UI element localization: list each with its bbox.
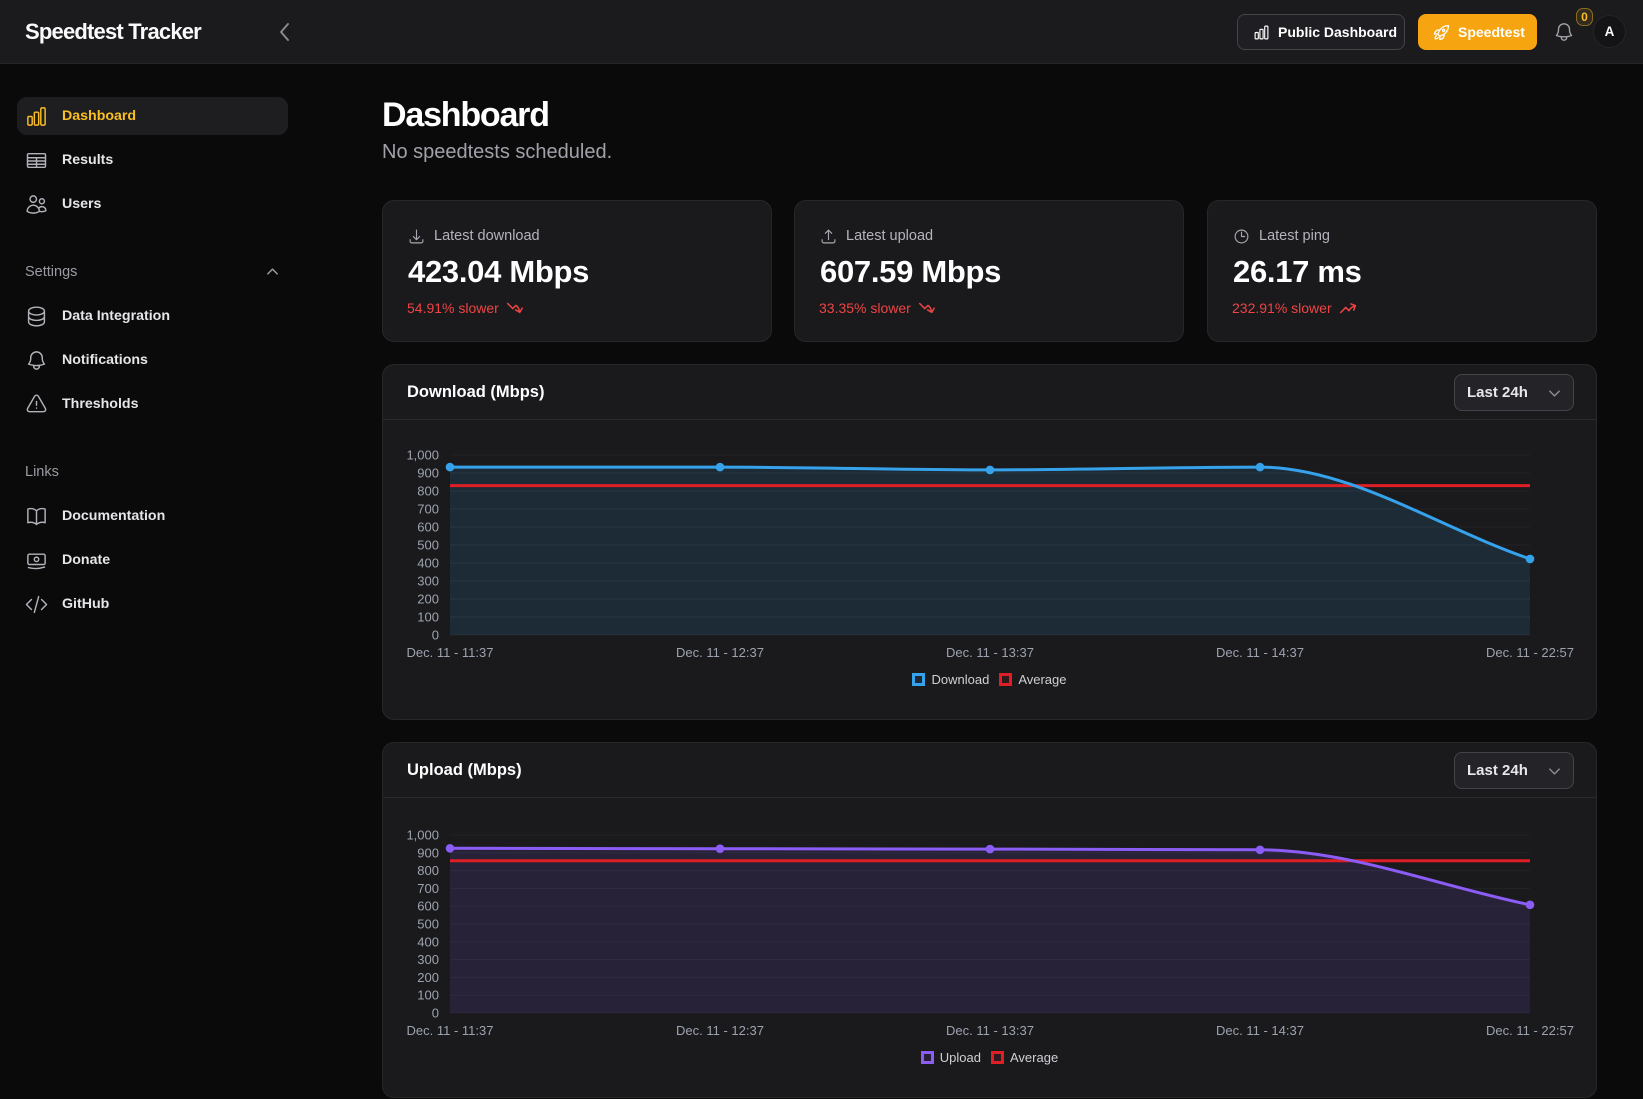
svg-text:300: 300 [417,952,439,967]
svg-text:Dec. 11 - 12:37: Dec. 11 - 12:37 [676,1023,764,1038]
svg-text:Dec. 11 - 12:37: Dec. 11 - 12:37 [676,645,764,660]
svg-text:Dec. 11 - 11:37: Dec. 11 - 11:37 [407,645,494,660]
svg-text:Dec. 11 - 14:37: Dec. 11 - 14:37 [1216,645,1304,660]
svg-text:400: 400 [417,556,439,571]
svg-text:800: 800 [417,484,439,499]
svg-text:900: 900 [417,845,439,860]
svg-text:Dec. 11 - 22:57: Dec. 11 - 22:57 [1486,1023,1574,1038]
svg-text:400: 400 [417,934,439,949]
svg-text:100: 100 [417,988,439,1003]
svg-text:Dec. 11 - 13:37: Dec. 11 - 13:37 [946,1023,1034,1038]
svg-text:Dec. 11 - 14:37: Dec. 11 - 14:37 [1216,1023,1304,1038]
svg-text:Dec. 11 - 13:37: Dec. 11 - 13:37 [946,645,1034,660]
svg-text:200: 200 [417,592,439,607]
svg-text:700: 700 [417,881,439,896]
svg-text:900: 900 [417,466,439,481]
svg-text:1,000: 1,000 [406,828,439,843]
svg-text:700: 700 [417,502,439,517]
svg-text:600: 600 [417,520,439,535]
svg-text:800: 800 [417,863,439,878]
svg-text:300: 300 [417,574,439,589]
svg-text:600: 600 [417,899,439,914]
svg-text:0: 0 [432,628,439,643]
svg-text:500: 500 [417,538,439,553]
svg-text:500: 500 [417,917,439,932]
svg-text:0: 0 [432,1006,439,1021]
svg-text:Dec. 11 - 22:57: Dec. 11 - 22:57 [1486,645,1574,660]
svg-text:Dec. 11 - 11:37: Dec. 11 - 11:37 [407,1023,494,1038]
svg-text:1,000: 1,000 [406,448,439,463]
svg-text:200: 200 [417,970,439,985]
svg-text:100: 100 [417,610,439,625]
